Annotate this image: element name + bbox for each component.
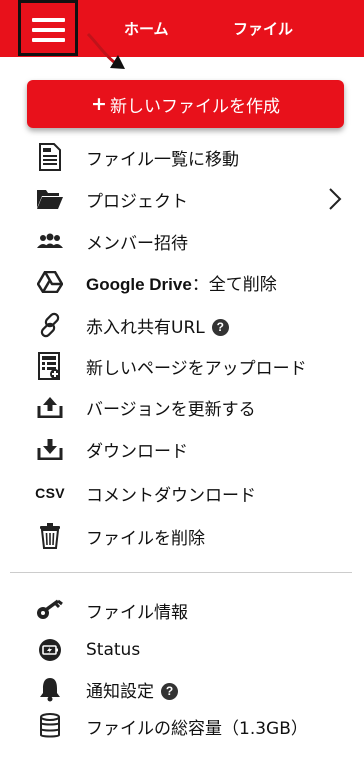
- link-icon: [36, 312, 64, 338]
- menu-item-download[interactable]: ダウンロード: [0, 429, 364, 469]
- menu-item-comment-download[interactable]: CSV コメントダウンロード: [0, 473, 364, 513]
- document-icon: [36, 143, 64, 171]
- upload-icon: [36, 394, 64, 420]
- menu-item-move-to-file-list[interactable]: ファイル一覧に移動: [0, 137, 364, 177]
- help-icon[interactable]: ?: [211, 318, 229, 336]
- menu-item-update-version[interactable]: バージョンを更新する: [0, 387, 364, 427]
- pointer-arrow-icon: [86, 32, 125, 69]
- add-page-icon: [36, 352, 64, 380]
- menu-label: ダウンロード: [86, 441, 188, 462]
- download-icon: [36, 436, 64, 462]
- menu-item-storage: ファイルの総容量（1.3GB）: [0, 706, 364, 746]
- chevron-right-icon[interactable]: [328, 187, 342, 211]
- folder-open-icon: [36, 186, 64, 212]
- menu-label: 通知設定?: [86, 677, 178, 702]
- menu-item-share-url[interactable]: 赤入れ共有URL?: [0, 305, 364, 345]
- notifications-text: 通知設定: [86, 681, 154, 702]
- hamburger-menu-icon[interactable]: [18, 0, 78, 56]
- create-new-file-button[interactable]: + 新しいファイルを作成: [27, 80, 344, 128]
- menu-label: Status: [86, 640, 141, 660]
- menu-label: ファイルを削除: [86, 528, 205, 549]
- menu-label: メンバー招待: [86, 233, 188, 254]
- trash-icon: [36, 523, 64, 549]
- menu-label: コメントダウンロード: [86, 485, 256, 506]
- menu-label: プロジェクト: [86, 191, 188, 212]
- help-icon[interactable]: ?: [161, 682, 178, 700]
- bell-icon: [36, 676, 64, 702]
- menu-divider: [10, 572, 352, 573]
- menu-label: 新しいページをアップロード: [86, 358, 307, 379]
- members-icon: [36, 228, 64, 254]
- battery-status-icon: [36, 637, 64, 663]
- top-bar: ホーム ファイル: [0, 0, 364, 57]
- menu-label: 赤入れ共有URL?: [86, 313, 229, 338]
- google-drive-action: ：全て削除: [191, 274, 277, 295]
- database-icon: [36, 713, 64, 739]
- menu-item-file-info[interactable]: ファイル情報: [0, 590, 364, 630]
- plus-icon: +: [91, 93, 107, 115]
- menu-item-invite-members[interactable]: メンバー招待: [0, 221, 364, 261]
- menu-item-project[interactable]: プロジェクト: [0, 179, 364, 219]
- share-url-text: 赤入れ共有URL: [86, 317, 205, 338]
- menu-item-google-drive-delete-all[interactable]: Google Drive：全て削除: [0, 262, 364, 302]
- google-drive-icon: [36, 269, 64, 295]
- nav-home-link[interactable]: ホーム: [124, 18, 169, 39]
- csv-icon: CSV: [35, 485, 65, 501]
- menu-label: ファイル一覧に移動: [86, 149, 239, 170]
- menu-label: ファイルの総容量（1.3GB）: [86, 718, 308, 739]
- create-new-file-label: 新しいファイルを作成: [109, 96, 280, 117]
- key-icon: [36, 597, 64, 623]
- nav-file-link[interactable]: ファイル: [233, 18, 293, 39]
- menu-item-upload-pages[interactable]: 新しいページをアップロード: [0, 346, 364, 386]
- menu-item-notification-settings[interactable]: 通知設定?: [0, 669, 364, 709]
- menu-item-delete-file[interactable]: ファイルを削除: [0, 516, 364, 556]
- menu-label: Google Drive：全て削除: [86, 270, 277, 295]
- google-drive-brand: Google Drive: [86, 274, 192, 294]
- menu-item-status[interactable]: Status: [0, 630, 364, 670]
- menu-label: ファイル情報: [86, 602, 188, 623]
- menu-label: バージョンを更新する: [86, 399, 256, 420]
